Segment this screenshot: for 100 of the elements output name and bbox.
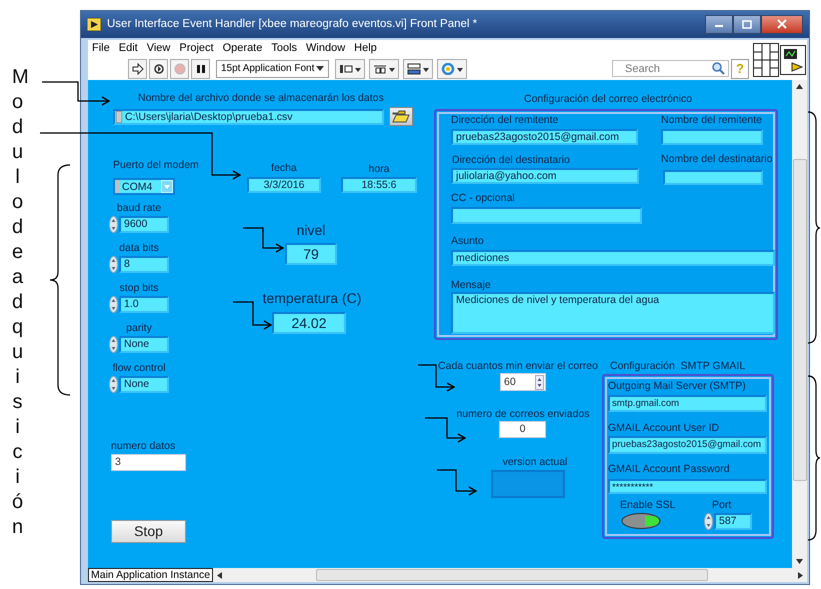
app-icon — [87, 18, 101, 31]
field-label: nivel — [296, 222, 326, 239]
text-field[interactable] — [451, 207, 642, 224]
count-indicator: 0 — [499, 421, 546, 438]
scroll-right-icon[interactable] — [798, 572, 803, 578]
port-dropdown[interactable]: COM4 — [113, 178, 175, 195]
font-dropdown[interactable]: 15pt Application Font — [216, 60, 329, 78]
level-indicator: 79 — [285, 243, 337, 265]
status-text: Main Application Instance — [88, 568, 214, 582]
field-label: stop bits — [118, 282, 160, 295]
maximize-button[interactable] — [733, 14, 761, 34]
run-continuously-button[interactable] — [149, 58, 168, 79]
search-icon — [712, 62, 725, 76]
text-field[interactable]: juliolaria@yahoo.com — [451, 168, 639, 184]
pause-button[interactable] — [191, 58, 210, 79]
number-field[interactable]: 587 — [714, 513, 752, 530]
spinner-icon[interactable] — [535, 374, 544, 390]
field-label: Mensaje — [451, 279, 491, 292]
field-label: parity — [125, 322, 153, 335]
text-field[interactable] — [663, 170, 763, 185]
spinner-icon[interactable] — [109, 256, 118, 273]
close-icon — [777, 19, 787, 30]
field-label: numero de correos enviados — [455, 408, 591, 421]
time-indicator: 18:55:6 — [341, 177, 417, 193]
caret-icon — [316, 66, 324, 72]
field-label: Outgoing Mail Server (SMTP) — [608, 380, 746, 393]
text-field[interactable]: smtp.gmail.com — [608, 395, 767, 412]
annotation-arrow — [243, 227, 284, 253]
field-label: Nombre del remitente — [661, 114, 762, 127]
toggle-switch[interactable] — [621, 513, 661, 529]
text-field[interactable]: *********** — [608, 479, 767, 494]
field-label: Dirección del destinatario — [452, 154, 570, 167]
close-button[interactable] — [761, 14, 803, 34]
field-label: Dirección del remitente — [451, 114, 558, 127]
menu-item[interactable]: Project — [179, 42, 214, 54]
ring-field[interactable]: None — [119, 336, 169, 353]
menu-item[interactable]: Operate — [222, 42, 262, 54]
resize-button[interactable] — [403, 58, 433, 79]
cluster-title: Configuración del correo electrónico — [524, 93, 692, 106]
spinner-icon[interactable] — [109, 296, 118, 313]
spinner-icon[interactable] — [109, 216, 118, 233]
menu-item[interactable]: Help — [354, 42, 377, 54]
text-field[interactable]: pruebas23agosto2015@gmail.com — [451, 129, 638, 145]
run-button[interactable] — [128, 58, 147, 79]
window-title: User Interface Event Handler [xbee mareografo eventos.vi] Front Panel * — [107, 18, 478, 30]
maximize-icon — [742, 20, 752, 29]
field-label: GMAIL Account Password — [608, 463, 730, 476]
distribute-button[interactable] — [369, 58, 399, 79]
field-label: Enable SSL — [620, 499, 676, 512]
annotation-arrow — [437, 469, 478, 496]
menu-item[interactable]: Edit — [118, 42, 138, 54]
vertical-scrollbar[interactable] — [792, 80, 807, 568]
caret-icon — [164, 184, 170, 188]
distribute-icon — [373, 62, 395, 75]
text-field[interactable] — [661, 129, 763, 145]
ring-field[interactable]: 8 — [119, 256, 169, 273]
field-label: temperatura (C) — [262, 290, 362, 307]
path-field[interactable]: C:\Users\jlaria\Desktop\prueba1.csv — [113, 109, 384, 125]
browse-button[interactable] — [389, 107, 413, 126]
ring-field[interactable]: None — [119, 376, 169, 393]
ring-field[interactable]: 1.0 — [119, 296, 169, 313]
menu-item[interactable]: View — [146, 42, 170, 54]
text-field[interactable]: pruebas23agosto2015@gmail.com — [608, 436, 767, 454]
number-field[interactable]: 60 — [500, 373, 546, 391]
field-label: CC - opcional — [451, 192, 515, 205]
search-field[interactable]: Search — [612, 60, 729, 78]
field-label: baud rate — [116, 202, 162, 215]
text-field[interactable]: Mediciones de nivel y temperatura del agua — [451, 292, 775, 334]
text-field[interactable]: mediciones — [451, 250, 775, 266]
annotation-arrow — [425, 417, 466, 443]
menu-item[interactable]: File — [92, 42, 110, 54]
scroll-down-icon[interactable] — [796, 559, 804, 564]
reorder-button[interactable] — [437, 58, 467, 79]
arrow-icon — [132, 62, 144, 75]
folder-icon — [392, 110, 410, 123]
stop-icon — [174, 62, 186, 75]
ring-field[interactable]: 9600 — [119, 216, 169, 233]
number-field[interactable]: 3 — [111, 454, 186, 471]
pause-icon — [194, 62, 206, 75]
menu-item[interactable]: Window — [306, 42, 346, 54]
align-button[interactable] — [335, 58, 365, 79]
horizontal-scrollbar[interactable] — [213, 568, 807, 582]
scroll-left-icon[interactable] — [217, 572, 222, 578]
field-label: data bits — [118, 242, 160, 255]
scroll-up-icon[interactable] — [796, 84, 804, 89]
stop-button[interactable]: Stop — [111, 520, 186, 543]
field-label: Nombre del archivo donde se almacenarán los datos — [138, 92, 384, 105]
menu-item[interactable]: Tools — [271, 42, 298, 54]
date-indicator: 3/3/2016 — [247, 177, 321, 193]
field-label: Asunto — [451, 235, 484, 248]
spinner-icon[interactable] — [109, 336, 118, 353]
field-label: flow control — [111, 362, 167, 375]
align-icon — [339, 62, 361, 75]
field-label: version actual — [502, 456, 568, 469]
minimize-button[interactable] — [705, 14, 733, 34]
spinner-icon[interactable] — [109, 376, 118, 393]
field-label: GMAIL Account User ID — [608, 422, 720, 435]
field-label: fecha — [270, 162, 298, 175]
field-label: numero datos — [111, 440, 176, 453]
spinner-icon[interactable] — [704, 513, 713, 530]
